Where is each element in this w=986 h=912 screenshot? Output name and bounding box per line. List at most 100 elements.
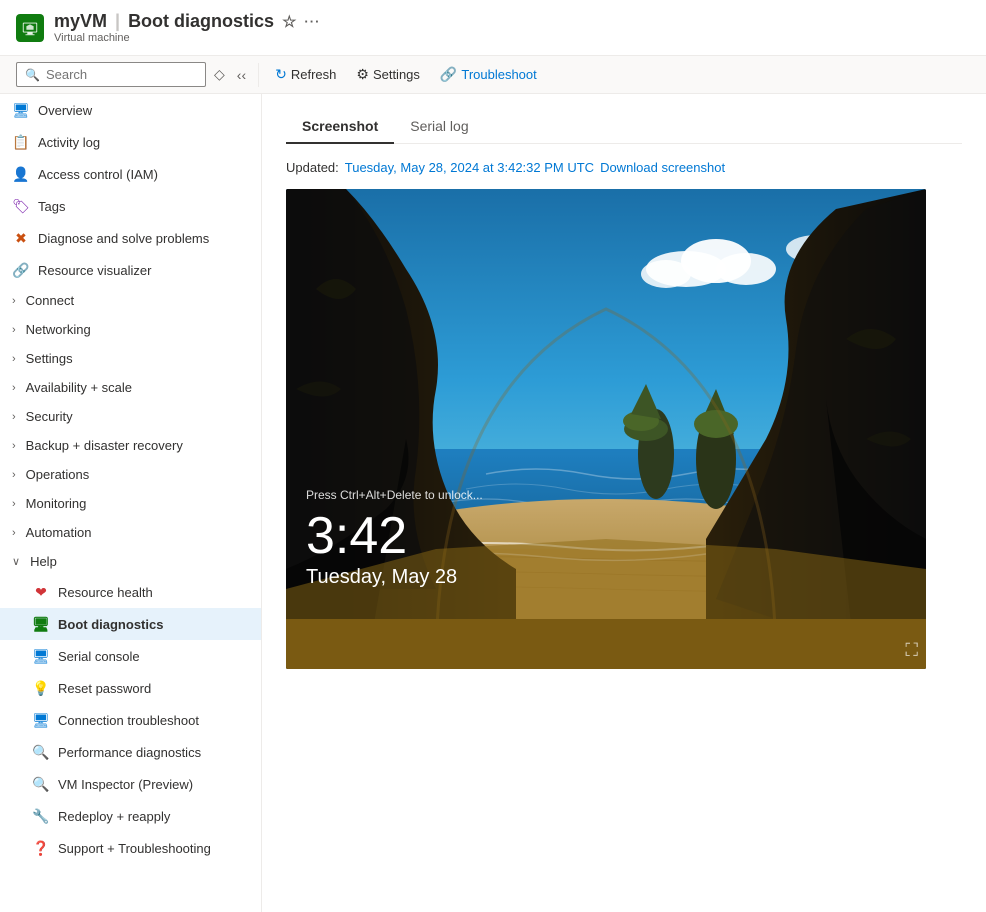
troubleshoot-button[interactable]: 🔗 Troubleshoot (432, 62, 545, 87)
sidebar-item-overview[interactable]: 🖥 Overview (0, 94, 261, 126)
sidebar-item-diagnose[interactable]: ✖ Diagnose and solve problems (0, 222, 261, 254)
tab-screenshot[interactable]: Screenshot (286, 110, 394, 144)
help-chevron: ∨ (12, 555, 20, 568)
sidebar-item-vm-inspector[interactable]: 🔍 VM Inspector (Preview) (0, 768, 261, 800)
boot-diagnostics-icon: 🖥 (32, 615, 50, 633)
sidebar-item-operations[interactable]: › Operations (0, 460, 261, 489)
more-options-dots[interactable]: ··· (304, 14, 320, 29)
tags-icon: 🏷 (12, 197, 30, 215)
download-screenshot-link[interactable]: Download screenshot (600, 160, 725, 175)
overview-icon: 🖥 (12, 101, 30, 119)
sidebar-item-support[interactable]: ❓ Support + Troubleshooting (0, 832, 261, 864)
sidebar-item-redeploy[interactable]: 🔧 Redeploy + reapply (0, 800, 261, 832)
sidebar: 🖥 Overview 📋 Activity log 👤 Access contr… (0, 94, 262, 912)
ctrl-alt-text: Press Ctrl+Alt+Delete to unlock... (306, 488, 483, 502)
tab-serial-log[interactable]: Serial log (394, 110, 484, 144)
sidebar-item-perf-diag[interactable]: 🔍 Performance diagnostics (0, 736, 261, 768)
sidebar-item-resource-viz[interactable]: 🔗 Resource visualizer (0, 254, 261, 286)
sidebar-item-settings[interactable]: › Settings (0, 344, 261, 373)
troubleshoot-icon: 🔗 (440, 66, 457, 83)
updated-info: Updated: Tuesday, May 28, 2024 at 3:42:3… (286, 160, 962, 175)
networking-chevron: › (12, 324, 16, 336)
expand-icon[interactable]: ⛶ (905, 640, 918, 661)
sidebar-label-security: Security (26, 409, 73, 424)
sidebar-label-automation: Automation (26, 525, 92, 540)
sidebar-item-tags[interactable]: 🏷 Tags (0, 190, 261, 222)
header-title-group: myVM | Boot diagnostics ☆ ··· Virtual ma… (54, 11, 320, 44)
serial-console-icon: 🖥 (32, 647, 50, 665)
availability-chevron: › (12, 382, 16, 394)
connect-chevron: › (12, 295, 16, 307)
sidebar-label-access-control: Access control (IAM) (38, 167, 158, 182)
collapse-sidebar-btn[interactable]: ‹‹ (233, 63, 250, 87)
vm-name: myVM (54, 11, 107, 32)
settings-icon: ⚙ (356, 66, 369, 83)
sidebar-label-serial-console: Serial console (58, 649, 140, 664)
sidebar-item-conn-troubleshoot[interactable]: 🖥 Connection troubleshoot (0, 704, 261, 736)
sidebar-label-support: Support + Troubleshooting (58, 841, 211, 856)
screenshot-preview: Press Ctrl+Alt+Delete to unlock... 3:42 … (286, 189, 926, 669)
sidebar-label-vm-inspector: VM Inspector (Preview) (58, 777, 193, 792)
sidebar-label-backup-dr: Backup + disaster recovery (26, 438, 183, 453)
date-display: Tuesday, May 28 (306, 566, 483, 589)
sidebar-label-resource-viz: Resource visualizer (38, 263, 151, 278)
sidebar-label-resource-health: Resource health (58, 585, 153, 600)
refresh-button[interactable]: ↻ Refresh (267, 62, 344, 87)
sidebar-label-help: Help (30, 554, 57, 569)
updated-prefix-label: Updated: (286, 160, 339, 175)
sidebar-item-automation[interactable]: › Automation (0, 518, 261, 547)
sidebar-label-settings: Settings (26, 351, 73, 366)
sidebar-item-reset-password[interactable]: 💡 Reset password (0, 672, 261, 704)
search-box[interactable]: 🔍 (16, 62, 206, 87)
page-header: myVM | Boot diagnostics ☆ ··· Virtual ma… (0, 0, 986, 56)
favorite-star[interactable]: ☆ (282, 12, 296, 32)
backup-chevron: › (12, 440, 16, 452)
settings-button[interactable]: ⚙ Settings (348, 62, 428, 87)
vm-icon (16, 14, 44, 42)
sidebar-item-resource-health[interactable]: ❤ Resource health (0, 576, 261, 608)
sidebar-item-access-control[interactable]: 👤 Access control (IAM) (0, 158, 261, 190)
vm-icon-svg (21, 19, 39, 37)
automation-chevron: › (12, 527, 16, 539)
activity-log-icon: 📋 (12, 133, 30, 151)
search-input[interactable] (46, 67, 186, 82)
sidebar-label-perf-diag: Performance diagnostics (58, 745, 201, 760)
access-control-icon: 👤 (12, 165, 30, 183)
settings-chevron: › (12, 353, 16, 365)
sidebar-item-help[interactable]: ∨ Help (0, 547, 261, 576)
resource-health-icon: ❤ (32, 583, 50, 601)
vm-type-label: Virtual machine (54, 32, 320, 44)
page-title-text: Boot diagnostics (128, 11, 274, 32)
reset-password-icon: 💡 (32, 679, 50, 697)
sidebar-label-monitoring: Monitoring (26, 496, 87, 511)
sidebar-item-monitoring[interactable]: › Monitoring (0, 489, 261, 518)
sidebar-item-connect[interactable]: › Connect (0, 286, 261, 315)
sidebar-item-security[interactable]: › Security (0, 402, 261, 431)
toolbar-divider (258, 63, 259, 87)
security-chevron: › (12, 411, 16, 423)
conn-troubleshoot-icon: 🖥 (32, 711, 50, 729)
header-title: myVM | Boot diagnostics ☆ ··· (54, 11, 320, 32)
sidebar-label-operations: Operations (26, 467, 90, 482)
title-separator: | (115, 11, 120, 32)
content-inner: Screenshot Serial log Updated: Tuesday, … (262, 94, 986, 685)
sidebar-item-availability[interactable]: › Availability + scale (0, 373, 261, 402)
sidebar-label-boot-diagnostics: Boot diagnostics (58, 617, 163, 632)
refresh-label: Refresh (291, 67, 337, 82)
sidebar-item-backup-dr[interactable]: › Backup + disaster recovery (0, 431, 261, 460)
settings-panel-icon[interactable]: ◇ (210, 62, 229, 87)
sidebar-item-boot-diagnostics[interactable]: 🖥 Boot diagnostics (0, 608, 261, 640)
sidebar-item-activity-log[interactable]: 📋 Activity log (0, 126, 261, 158)
content-area: Screenshot Serial log Updated: Tuesday, … (262, 94, 986, 912)
sidebar-label-connect: Connect (26, 293, 74, 308)
toolbar: 🔍 ◇ ‹‹ ↻ Refresh ⚙ Settings 🔗 Troublesho… (0, 56, 986, 94)
sidebar-label-networking: Networking (26, 322, 91, 337)
sidebar-item-serial-console[interactable]: 🖥 Serial console (0, 640, 261, 672)
sidebar-item-networking[interactable]: › Networking (0, 315, 261, 344)
redeploy-icon: 🔧 (32, 807, 50, 825)
sidebar-label-diagnose: Diagnose and solve problems (38, 231, 209, 246)
settings-label: Settings (373, 67, 420, 82)
scene-svg (286, 189, 926, 669)
troubleshoot-label: Troubleshoot (461, 67, 536, 82)
sidebar-label-reset-password: Reset password (58, 681, 151, 696)
